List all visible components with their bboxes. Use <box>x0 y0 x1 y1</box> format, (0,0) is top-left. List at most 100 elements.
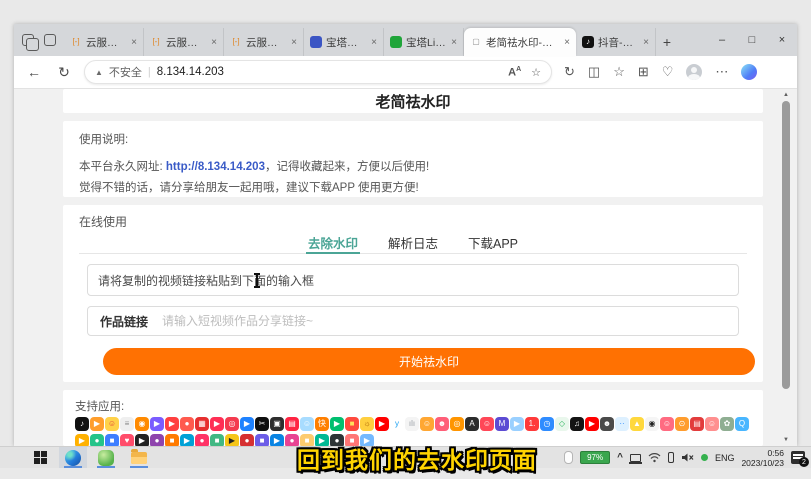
app-icon: 1. <box>525 417 539 431</box>
browser-essentials-icon[interactable]: ♡ <box>662 64 674 80</box>
profile-avatar[interactable] <box>686 64 702 80</box>
app-icon: ▤ <box>285 417 299 431</box>
tab-close-icon[interactable]: × <box>211 37 217 48</box>
language-indicator[interactable]: ENG <box>715 453 735 463</box>
read-aloud-icon[interactable]: AA <box>508 66 521 79</box>
tab-close-icon[interactable]: × <box>371 37 377 48</box>
page-title: 老简祛水印 <box>375 91 450 112</box>
taskbar-edge-button[interactable] <box>59 447 87 468</box>
page-scrollbar[interactable]: ▲ ▼ <box>780 89 792 446</box>
collections-icon[interactable]: ⊞ <box>638 64 649 80</box>
page-content: 老简祛水印 使用说明: 本平台永久网址: http://8.134.14.203… <box>14 89 797 446</box>
video-link-input[interactable] <box>162 314 738 328</box>
tab-close-icon[interactable]: × <box>564 37 570 48</box>
online-heading: 在线使用 <box>79 213 747 226</box>
browser-tab[interactable]: ♪ 抖音-记录美好 × <box>576 28 656 56</box>
clock[interactable]: 0:56 2023/10/23 <box>741 448 784 468</box>
app-icon: ◷ <box>540 417 554 431</box>
address-bar[interactable]: ▲ 不安全 | 8.134.14.203 AA ☆ <box>84 60 552 84</box>
app-icon: 快 <box>315 417 329 431</box>
scrollbar-thumb[interactable] <box>782 101 790 389</box>
paste-hint-box[interactable]: 请将复制的视频链接粘贴到下面的输入框 <box>87 264 739 296</box>
volume-muted-icon[interactable] <box>681 452 694 463</box>
start-remove-watermark-button[interactable]: 开始祛水印 <box>103 348 755 375</box>
app-icon: ▶ <box>210 417 224 431</box>
app-icon: ● <box>195 434 209 446</box>
window-minimize-button[interactable]: – <box>707 24 737 56</box>
app-icon: Q <box>735 417 749 431</box>
taskbar-app-button-green[interactable] <box>92 447 120 468</box>
app-icon: ▶ <box>240 417 254 431</box>
notification-center-icon[interactable]: 2 <box>791 451 805 464</box>
tab-list: [-] 云服务器管理 × [-] 云服务器管理 × [-] 云服务器管理 × 宝… <box>64 28 656 56</box>
app-icon: ☺ <box>300 417 314 431</box>
tab-favicon: ▢ <box>470 36 482 48</box>
scrollbar-down-arrow[interactable]: ▼ <box>780 435 792 445</box>
app-icon: ⊙ <box>675 417 689 431</box>
split-screen-icon[interactable]: ◫ <box>588 64 600 80</box>
tab-close-icon[interactable]: × <box>291 37 297 48</box>
browser-tab[interactable]: [-] 云服务器管理 × <box>64 28 144 56</box>
browser-tab[interactable]: [-] 云服务器管理 × <box>224 28 304 56</box>
refresh-button[interactable]: ↻ <box>54 64 74 81</box>
new-tab-button[interactable]: + <box>656 28 678 56</box>
window-maximize-button[interactable]: □ <box>737 24 767 56</box>
copilot-icon[interactable] <box>741 64 757 80</box>
page-tab[interactable]: 解析日志 <box>386 230 440 254</box>
scrollbar-up-arrow[interactable]: ▲ <box>780 90 792 100</box>
app-icon: ▶ <box>270 434 284 446</box>
page-tab[interactable]: 下载APP <box>466 230 520 254</box>
start-button[interactable] <box>26 447 54 468</box>
app-icon: ☺ <box>105 417 119 431</box>
app-icon: ☻ <box>600 417 614 431</box>
favorite-star-icon[interactable]: ☆ <box>531 66 541 79</box>
app-icon: ▶ <box>150 417 164 431</box>
app-icon: ☺ <box>660 417 674 431</box>
hidden-icons-chevron[interactable]: ^ <box>617 452 623 463</box>
app-icon: ◉ <box>135 417 149 431</box>
app-icon: ılı <box>405 417 419 431</box>
time-text: 0:56 <box>767 448 784 458</box>
browser-tab[interactable]: [-] 云服务器管理 × <box>144 28 224 56</box>
more-menu-icon[interactable]: ⋯ <box>715 64 728 80</box>
browser-tool-icon[interactable]: ↻ <box>564 64 575 80</box>
window-close-button[interactable]: × <box>767 24 797 56</box>
app-icon: ▣ <box>270 417 284 431</box>
tab-close-icon[interactable]: × <box>643 37 649 48</box>
tab-label: 云服务器管理 <box>86 35 127 50</box>
browser-tab[interactable]: ▢ 老简祛水印-短视频 × <box>464 28 576 56</box>
taskbar-file-explorer-button[interactable] <box>125 447 153 468</box>
phone-icon[interactable] <box>668 452 674 463</box>
date-text: 2023/10/23 <box>741 458 784 468</box>
display-icon[interactable] <box>630 454 641 462</box>
browser-tab[interactable]: 宝塔Linux面板 × <box>384 28 464 56</box>
workspaces-icon[interactable] <box>22 34 34 46</box>
security-warning-icon: ▲ <box>95 68 103 77</box>
site-url-link[interactable]: http://8.134.14.203 <box>166 161 265 173</box>
app-icon: ♥ <box>120 434 134 446</box>
favorites-bar-icon[interactable]: ☆ <box>613 64 625 80</box>
app-icon: ◇ <box>555 417 569 431</box>
browser-tab[interactable]: 宝塔面板_首页 × <box>304 28 384 56</box>
app-icon: ● <box>240 434 254 446</box>
battery-indicator[interactable]: 97% <box>580 451 610 464</box>
tab-label: 抖音-记录美好 <box>598 35 639 50</box>
green-app-icon <box>98 450 114 466</box>
app-icon-row: ♪▶☺≡◉▶▶●▦▶◎▶✂▣▤☺快▶■☼▶yılı☺☻◎A☺M▶1.◷◇♫▶☻·… <box>75 417 751 431</box>
tab-actions-icon[interactable] <box>44 34 56 46</box>
back-button[interactable]: ← <box>24 64 44 80</box>
app-icon: ● <box>180 417 194 431</box>
browser-toolbar: ← ↻ ▲ 不安全 | 8.134.14.203 AA ☆ ↻ ◫ ☆ ⊞ ♡ … <box>14 56 797 89</box>
tab-label: 宝塔Linux面板 <box>406 35 447 50</box>
tab-close-icon[interactable]: × <box>451 37 457 48</box>
page-tab[interactable]: 去除水印 <box>306 230 360 254</box>
app-icon: A <box>465 417 479 431</box>
app-icon: ▶ <box>510 417 524 431</box>
wifi-icon[interactable] <box>648 452 661 463</box>
tab-close-icon[interactable]: × <box>131 37 137 48</box>
supported-apps-card: 支持应用: ♪▶☺≡◉▶▶●▦▶◎▶✂▣▤☺快▶■☼▶yılı☺☻◎A☺M▶1.… <box>63 390 763 446</box>
status-dot-icon[interactable] <box>701 454 708 461</box>
app-icon: ♫ <box>570 417 584 431</box>
tray-app-icon[interactable] <box>564 451 573 464</box>
app-icon: ☺ <box>705 417 719 431</box>
